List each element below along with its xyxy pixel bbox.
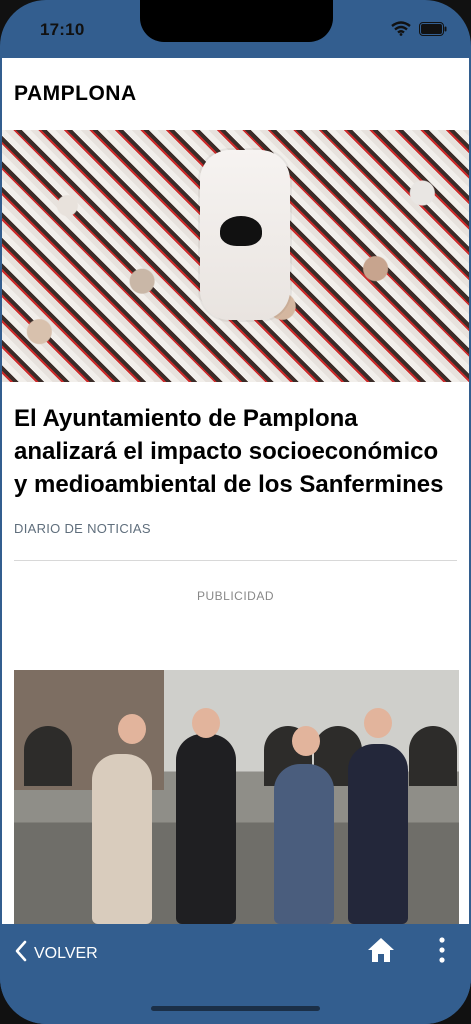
divider (14, 560, 457, 561)
hero-hat-figure (220, 216, 262, 246)
section-title: PAMPLONA (14, 82, 137, 105)
photo-person-head (192, 708, 220, 738)
more-vertical-icon (435, 937, 449, 968)
photo-arch (409, 726, 457, 786)
article-headline[interactable]: El Ayuntamiento de Pamplona analizará el… (2, 382, 469, 501)
photo-arch (24, 726, 72, 786)
photo-person (176, 734, 236, 924)
home-button[interactable] (366, 936, 396, 969)
article-source: DIARIO DE NOTICIAS (14, 521, 151, 536)
home-indicator (151, 1006, 320, 1011)
hero-image[interactable] (2, 130, 469, 382)
ad-label: PUBLICIDAD (196, 589, 275, 603)
chevron-left-icon (14, 940, 28, 967)
back-button[interactable]: VOLVER (14, 940, 98, 967)
status-icons (391, 21, 447, 36)
bottom-bar: VOLVER (0, 924, 471, 1024)
ad-image[interactable] (14, 670, 459, 924)
photo-person (348, 744, 408, 924)
photo-person (92, 754, 152, 924)
phone-frame: 17:10 PAMPLONA El Ayuntamiento de Pamplo… (0, 0, 471, 1024)
wifi-icon (391, 21, 411, 36)
back-button-label: VOLVER (34, 944, 98, 962)
more-options-button[interactable] (435, 936, 449, 969)
status-time: 17:10 (40, 20, 85, 39)
section-header: PAMPLONA (2, 58, 469, 130)
photo-person-head (118, 714, 146, 744)
notch (140, 0, 333, 42)
photo-person (274, 764, 334, 924)
photo-person-head (292, 726, 320, 756)
photo-person-head (364, 708, 392, 738)
home-icon (366, 938, 396, 968)
battery-icon (419, 21, 447, 36)
content-area[interactable]: PAMPLONA El Ayuntamiento de Pamplona ana… (2, 58, 469, 924)
